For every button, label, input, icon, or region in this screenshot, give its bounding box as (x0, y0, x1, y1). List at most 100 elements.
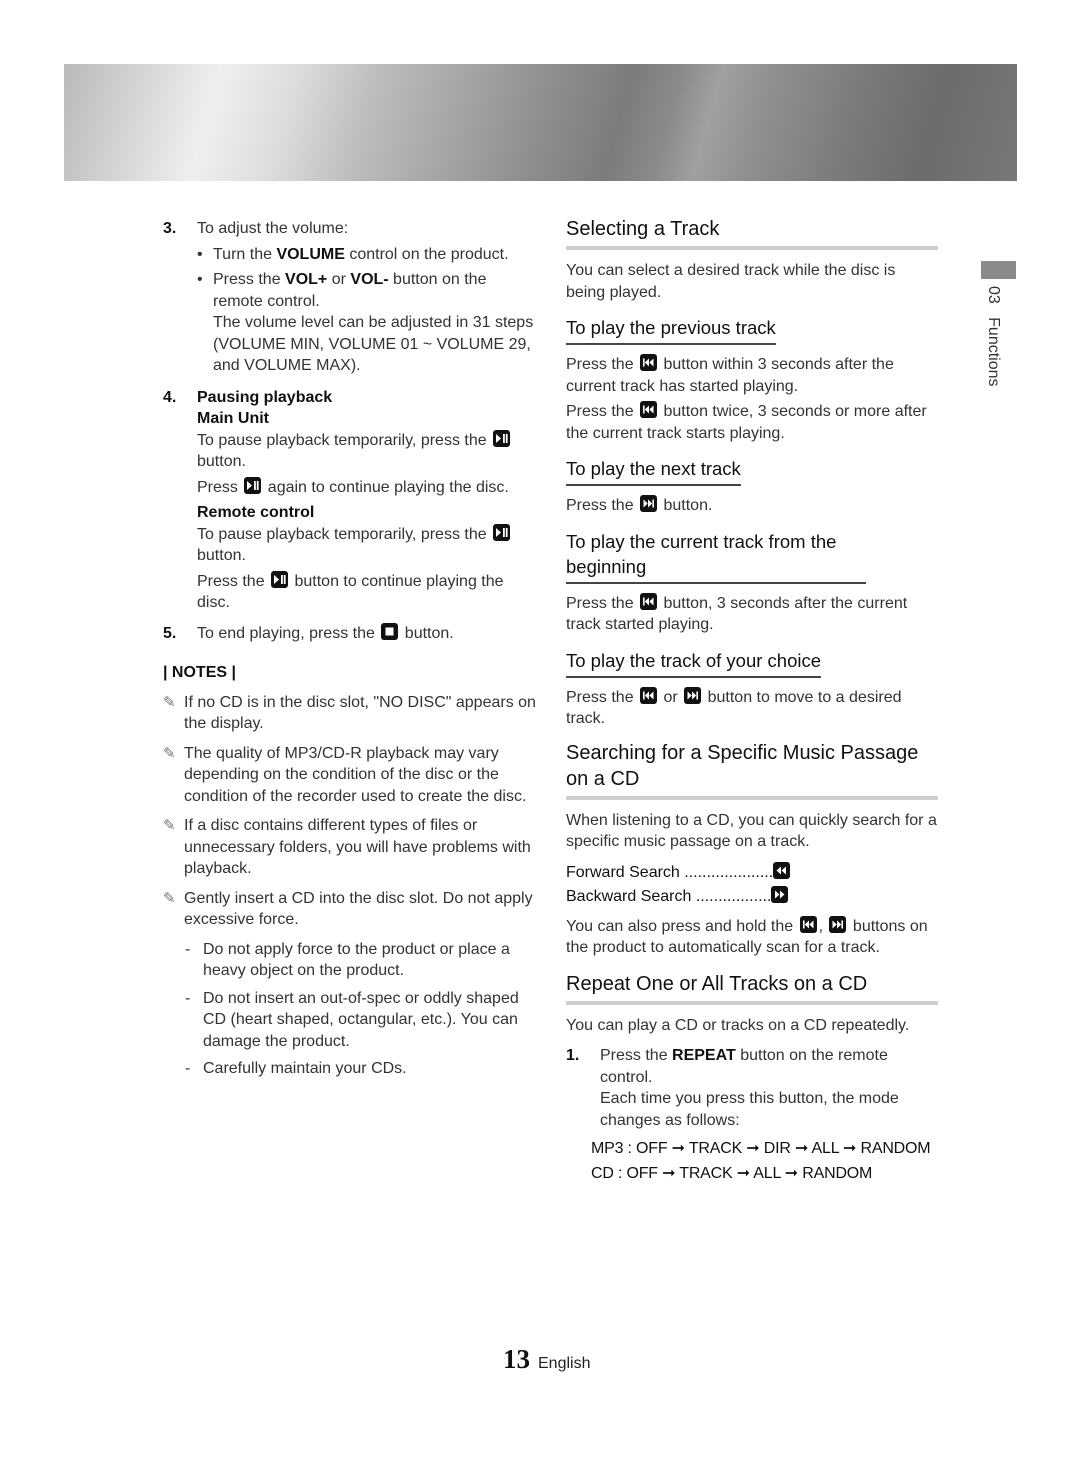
right-column: Selecting a Track You can select a desir… (566, 216, 938, 1184)
play-pause-icon (493, 523, 511, 541)
step-number: 5. (163, 624, 177, 642)
paragraph: Press the button to continue playing the… (197, 570, 538, 614)
text: To pause playback temporarily, press the (197, 431, 492, 449)
step-number: 1. (566, 1047, 580, 1064)
text: Press the (566, 403, 639, 420)
play-pause-icon (493, 429, 511, 447)
step-5: 5. To end playing, press the button. (163, 622, 538, 645)
note-text: If no CD is in the disc slot, "NO DISC" … (184, 693, 536, 733)
text: Press the (197, 572, 270, 590)
note-item: ✎ The quality of MP3/CD-R playback may va… (163, 743, 538, 808)
notes-title: | NOTES | (163, 664, 236, 681)
previous-track-icon (640, 592, 658, 610)
text: or (327, 271, 351, 288)
rewind-icon (773, 861, 791, 879)
text: , (818, 917, 828, 935)
volume-control-label: VOLUME (276, 245, 345, 263)
text: button. (197, 453, 246, 470)
previous-track-icon (640, 401, 658, 418)
play-pause-icon (244, 476, 262, 494)
vol-minus-label: VOL- (350, 271, 389, 288)
text: Press the (566, 688, 639, 706)
repeat-step-1: 1. Press the REPEAT button on the remote… (566, 1045, 938, 1131)
text: Press the (566, 356, 639, 373)
step-number: 4. (163, 388, 177, 406)
step-text: To adjust the volume: (197, 220, 349, 237)
text: button. (400, 624, 454, 642)
section-intro: You can select a desired track while the… (566, 262, 896, 301)
subsection-title-previous-track: To play the previous track (566, 315, 776, 345)
volume-steps-text: The volume level can be adjusted in 31 s… (213, 314, 534, 374)
note-text: The quality of MP3/CD-R playback may var… (184, 744, 527, 805)
main-unit-label: Main Unit (197, 410, 269, 427)
text: You can also press and hold the (566, 917, 798, 935)
header-banner (64, 64, 1017, 181)
paragraph: To pause playback temporarily, press the… (197, 429, 538, 473)
text: button. (197, 547, 246, 564)
remote-control-label: Remote control (197, 504, 315, 521)
subsection-title-track-choice: To play the track of your choice (566, 648, 822, 678)
note-text: If a disc contains different types of fi… (184, 817, 531, 877)
next-track-icon (829, 915, 847, 933)
step-number: 3. (163, 220, 177, 237)
paragraph: Press the or button to move to a desired… (566, 686, 938, 730)
backward-search-label: Backward Search ................. (566, 888, 772, 905)
pencil-icon: ✎ (163, 744, 176, 762)
paragraph: Press again to continue playing the disc… (197, 476, 538, 499)
forward-search-label: Forward Search .................... (566, 863, 774, 881)
section-title-searching: Searching for a Specific Music Passage o… (566, 740, 938, 800)
text: Turn the (213, 245, 277, 263)
text: again to continue playing the disc. (263, 478, 509, 496)
page-footer: 13 English (503, 1344, 590, 1375)
text: Press the (566, 594, 639, 612)
vol-plus-label: VOL+ (285, 271, 328, 288)
pencil-icon: ✎ (163, 693, 176, 711)
cd-mode-sequence: CD : OFF ➞ TRACK ➞ ALL ➞ RANDOM (591, 1164, 873, 1182)
dash-marker: - (185, 1060, 191, 1077)
previous-track-icon (640, 686, 658, 704)
sub-note-text: Do not insert an out-of-spec or oddly sh… (203, 989, 519, 1050)
section-title-repeat: Repeat One or All Tracks on a CD (566, 971, 938, 1005)
chapter-number: 03 (985, 286, 1002, 304)
text: Press the (566, 497, 639, 514)
sub-note-text: Carefully maintain your CDs. (203, 1060, 407, 1077)
subsection-title-next-track: To play the next track (566, 456, 741, 486)
text: Press the (213, 271, 286, 288)
stop-icon (381, 622, 399, 640)
sub-note-text: Do not apply force to the product or pla… (203, 940, 510, 980)
language-label: English (538, 1355, 591, 1372)
left-column: 3. To adjust the volume: Turn the VOLUME… (163, 218, 538, 1086)
paragraph: Press the button, 3 seconds after the cu… (566, 592, 938, 636)
paragraph: Press the button twice, 3 seconds or mor… (566, 401, 938, 444)
step-3: 3. To adjust the volume: Turn the VOLUME… (163, 218, 538, 377)
bullet-item: Press the VOL+ or VOL- button on the rem… (197, 269, 538, 377)
chapter-title: Functions (985, 317, 1002, 387)
note-item: ✎ Gently insert a CD into the disc slot. … (163, 888, 538, 931)
previous-track-icon (640, 354, 658, 371)
next-track-icon (640, 495, 658, 512)
note-item: ✎ If no CD is in the disc slot, "NO DISC"… (163, 692, 538, 735)
section-title-selecting-track: Selecting a Track (566, 216, 938, 250)
next-track-icon (684, 686, 702, 704)
note-text: Gently insert a CD into the disc slot. D… (184, 889, 533, 929)
step-title: Pausing playback (197, 388, 333, 406)
text: button. (659, 497, 713, 514)
fast-forward-icon (771, 886, 789, 903)
paragraph: Press the button within 3 seconds after … (566, 354, 938, 397)
sub-note-item: - Do not apply force to the product or pl… (163, 939, 538, 982)
bullet-item: Turn the VOLUME control on the product. (197, 244, 538, 266)
pencil-icon: ✎ (163, 889, 176, 907)
dash-marker: - (185, 989, 191, 1007)
chapter-tab-marker (981, 261, 1016, 279)
section-intro: You can play a CD or tracks on a CD repe… (566, 1016, 910, 1034)
previous-track-icon (799, 915, 817, 933)
text: To pause playback temporarily, press the (197, 525, 492, 543)
pencil-icon: ✎ (163, 817, 176, 834)
backward-search-row: Backward Search ................. (566, 886, 938, 908)
step-extra-text: Each time you press this button, the mod… (600, 1090, 899, 1129)
sub-note-item: - Do not insert an out-of-spec or oddly s… (163, 988, 538, 1053)
dash-marker: - (185, 940, 191, 958)
text: or (659, 688, 683, 706)
step-4: 4. Pausing playback Main Unit To pause p… (163, 387, 538, 614)
page-number: 13 (503, 1344, 530, 1374)
